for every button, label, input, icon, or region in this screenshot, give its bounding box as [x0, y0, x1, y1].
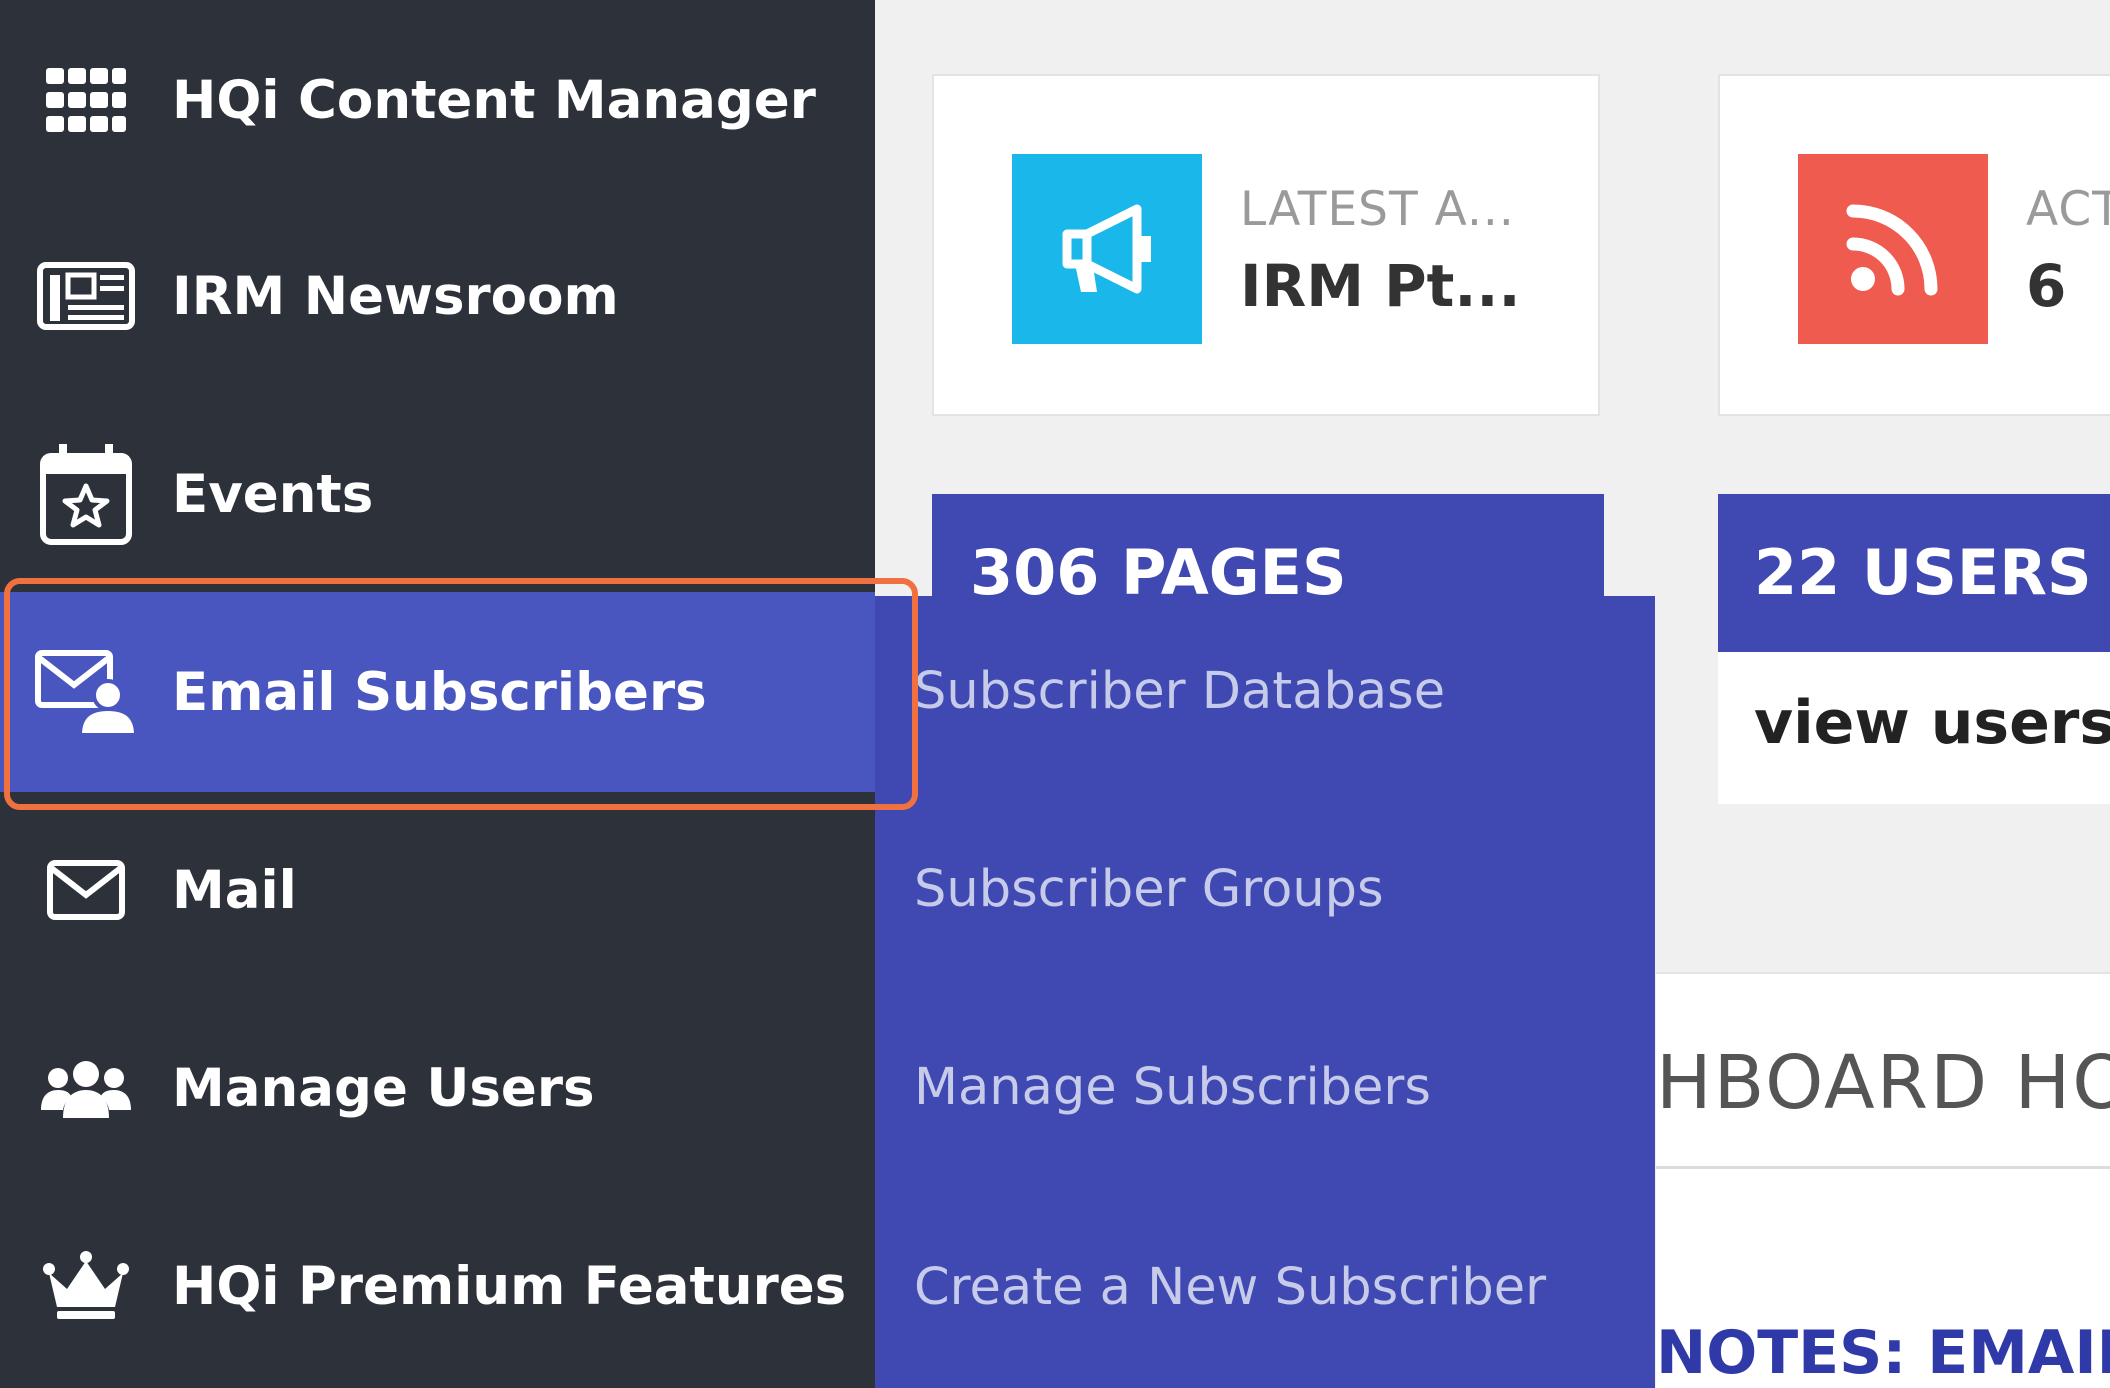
sidebar-item-email-subscribers[interactable]: Email Subscribers: [0, 592, 875, 792]
panel-divider: [1656, 1166, 2110, 1169]
sidebar-item-label: Manage Users: [172, 1057, 595, 1119]
view-users-link[interactable]: view users: [1754, 688, 2110, 758]
sidebar-item-label: Email Subscribers: [172, 661, 707, 723]
announcement-label: LATEST A...: [1240, 182, 1515, 237]
notes-heading: NOTES: EMAIL T: [1656, 1318, 2110, 1388]
latest-announcement-card[interactable]: LATEST A... IRM Pt...: [932, 74, 1600, 416]
sidebar-item-label: IRM Newsroom: [172, 265, 619, 327]
users-icon: [34, 1036, 138, 1140]
sidebar-item-hqi-premium-features[interactable]: HQi Premium Features: [0, 1186, 875, 1386]
activity-count: 6: [2026, 252, 2067, 320]
submenu-subscriber-database[interactable]: Subscriber Database: [914, 662, 1445, 721]
newspaper-icon: [34, 244, 138, 348]
sidebar-item-irm-newsroom[interactable]: IRM Newsroom: [0, 196, 875, 396]
sidebar-item-label: HQi Premium Features: [172, 1255, 847, 1317]
users-stat[interactable]: 22 USERS: [1718, 494, 2110, 654]
sidebar-item-hqi-content-manager[interactable]: HQi Content Manager: [0, 0, 875, 200]
envelope-icon: [34, 838, 138, 942]
crown-icon: [34, 1234, 138, 1338]
activity-card[interactable]: ACT 6: [1718, 74, 2110, 416]
dashboard-panel-title: HBOARD HO: [1656, 1040, 2110, 1126]
submenu-subscriber-groups[interactable]: Subscriber Groups: [914, 860, 1384, 919]
submenu-create-new-subscriber[interactable]: Create a New Subscriber: [914, 1258, 1546, 1317]
sidebar-item-label: Events: [172, 463, 374, 525]
viewport: LATEST A... IRM Pt... ACT 6 306 PAGES 22…: [0, 0, 2110, 1388]
sidebar-item-mail[interactable]: Mail: [0, 790, 875, 990]
sidebar-item-manage-users[interactable]: Manage Users: [0, 988, 875, 1188]
sidebar-item-label: HQi Content Manager: [172, 69, 816, 131]
submenu-manage-subscribers[interactable]: Manage Subscribers: [914, 1058, 1431, 1117]
users-link-card: view users: [1718, 652, 2110, 804]
sidebar-item-label: Mail: [172, 859, 297, 921]
grid-icon: [34, 48, 138, 152]
megaphone-icon: [1012, 154, 1202, 344]
rss-icon: [1798, 154, 1988, 344]
announcement-title: IRM Pt...: [1240, 252, 1521, 320]
email-subscriber-icon: [34, 640, 138, 744]
sidebar-item-events[interactable]: Events: [0, 394, 875, 594]
calendar-star-icon: [34, 442, 138, 546]
activity-label: ACT: [2026, 182, 2110, 237]
